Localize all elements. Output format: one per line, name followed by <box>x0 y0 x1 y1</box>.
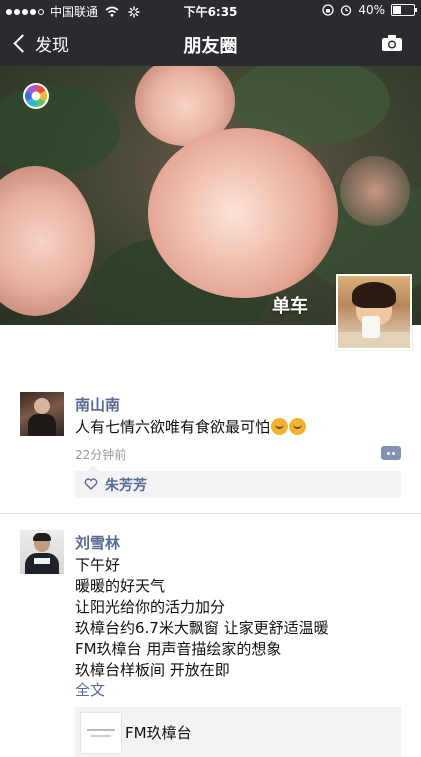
post-line: 玖樟台约6.7米大飘窗 让家更舒适温暖 <box>75 619 329 637</box>
comment-more-icon[interactable] <box>381 446 401 460</box>
post-line: FM玖樟台 用声音描绘家的想象 <box>75 640 282 658</box>
alarm-icon <box>341 5 352 16</box>
avatar[interactable] <box>20 530 64 574</box>
post-text: 下午好 暖暖的好天气 让阳光给你的活力加分 玖樟台约6.7米大飘窗 让家更舒适温… <box>75 555 329 681</box>
rose-left <box>0 166 95 316</box>
orientation-lock-icon <box>322 4 334 16</box>
status-bar: 中国联通 下午6:35 40% <box>0 0 421 22</box>
post-time: 22分钟前 <box>75 448 127 462</box>
page-title: 朋友圈 <box>183 36 238 57</box>
post-text: 人有七情六欲唯有食欲最可怕 <box>75 417 307 438</box>
post-line: 暖暖的好天气 <box>75 577 166 595</box>
sweat-smile-emoji <box>271 418 289 435</box>
post-line: 人有七情六欲唯有食欲最可怕 <box>75 418 271 436</box>
author-name[interactable]: 南山南 <box>75 394 120 415</box>
expand-full-text-link[interactable]: 全文 <box>75 679 105 700</box>
sweat-smile-emoji <box>289 418 307 435</box>
link-thumbnail <box>80 712 122 754</box>
status-right: 40% <box>322 3 417 17</box>
post-line: 玖樟台样板间 开放在即 <box>75 661 230 679</box>
divider <box>0 513 421 514</box>
author-name[interactable]: 刘雪林 <box>75 532 120 553</box>
nav-bar: 发现 朋友圈 <box>0 22 421 66</box>
rose-bg-right <box>340 156 410 226</box>
post-line: 让阳光给你的活力加分 <box>75 598 226 616</box>
top-bar: 中国联通 下午6:35 40% 发现 朋友圈 <box>0 0 421 66</box>
likes-panel: 朱芳芳 <box>75 465 401 498</box>
battery-percent: 40% <box>358 3 385 17</box>
post-line: 下午好 <box>75 556 121 574</box>
avatar[interactable] <box>20 392 64 436</box>
cover-user-name: 单车 <box>272 296 308 317</box>
liker-name[interactable]: 朱芳芳 <box>105 475 147 495</box>
heart-icon <box>84 478 98 490</box>
lens-color-icon[interactable] <box>22 82 50 110</box>
my-avatar[interactable] <box>336 274 412 350</box>
link-title: FM玖樟台 <box>125 724 192 742</box>
rose-center <box>148 128 338 298</box>
battery-icon <box>391 4 417 16</box>
battery-level-fill <box>393 6 401 14</box>
camera-icon[interactable] <box>381 34 403 52</box>
